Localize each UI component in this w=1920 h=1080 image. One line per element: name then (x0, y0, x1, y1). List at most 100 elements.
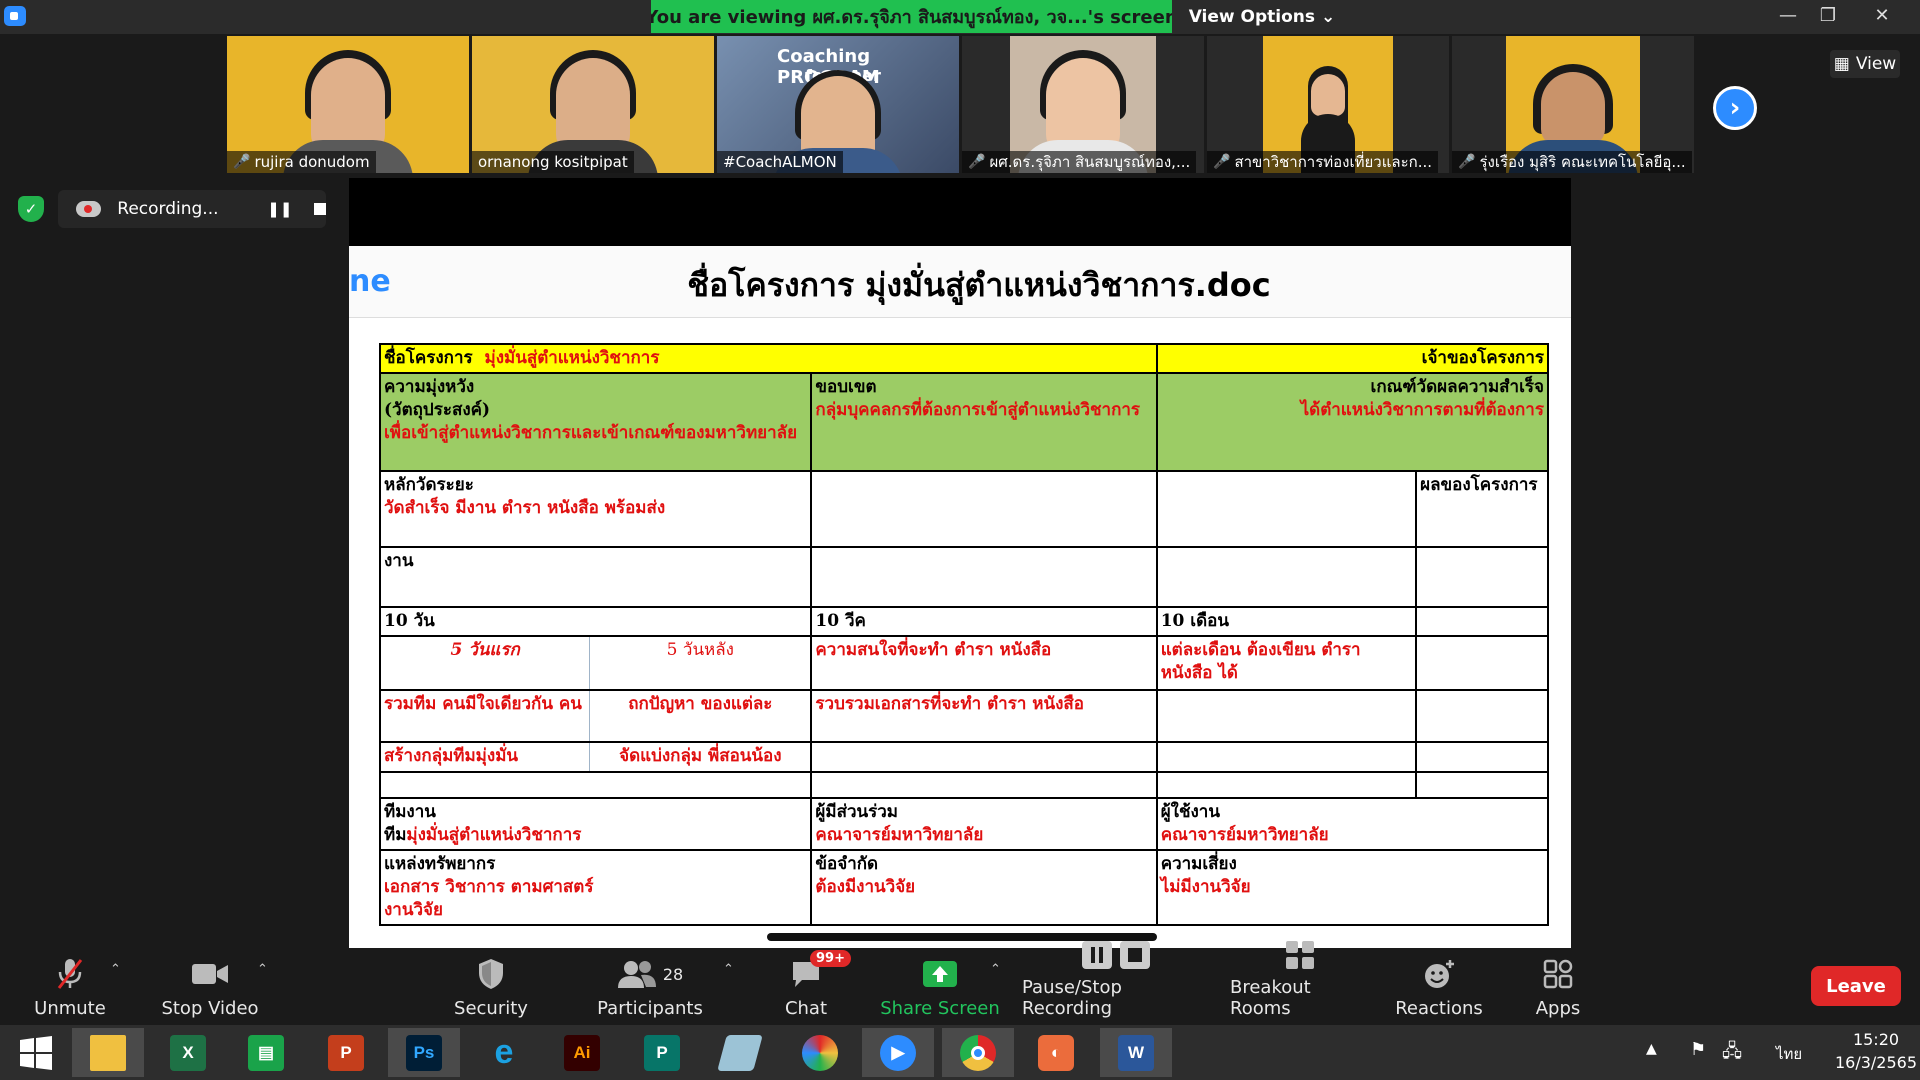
leave-button[interactable]: Leave (1811, 966, 1901, 1006)
meeting-toolbar: Unmute ⌃ Stop Video ⌃ Security 28 Partic… (0, 941, 1920, 1025)
network-icon[interactable]: 🖧 (1722, 1039, 1742, 1069)
store-app-icon: ▤ (248, 1034, 284, 1071)
windows-start-icon[interactable] (0, 1028, 72, 1077)
scope-label: ขอบเขต (815, 377, 877, 397)
participant-name-tag: ornanong kositpipat (472, 151, 634, 173)
view-button[interactable]: ▦ View (1830, 50, 1900, 78)
shared-screen: ne ชื่อโครงการ มุ่งมั่นสู่ตำแหน่งวิชาการ… (349, 178, 1571, 948)
owner-cell: เจ้าของโครงการ (1155, 343, 1550, 374)
share-screen-icon (920, 956, 960, 992)
view-options-button[interactable]: View Options ⌄ (1172, 0, 1352, 33)
flag-notification-icon[interactable]: ⚑ (1690, 1039, 1706, 1060)
office-icon[interactable]: ◐ (1020, 1028, 1092, 1077)
participants-button[interactable]: 28 Participants (590, 948, 710, 1025)
share-banner: You are viewing ผศ.ดร.รุจิภา สินสมบูรณ์ท… (651, 0, 1172, 33)
team-value: มุ่งมั่นสู่ตำแหน่งวิชาการ (406, 825, 582, 845)
reactions-label: Reactions (1395, 998, 1483, 1019)
reactions-button[interactable]: Reactions (1394, 948, 1484, 1025)
stop-video-button[interactable]: Stop Video (160, 948, 260, 1025)
mic-muted-icon: 🎤 (1458, 154, 1476, 170)
file-explorer-icon[interactable] (72, 1028, 144, 1077)
mic-muted-icon: 🎤 (1213, 154, 1231, 170)
risk-cell: ความเสี่ยง ไม่มีงานวิจัย (1155, 849, 1550, 926)
chat-button[interactable]: 99+ Chat (776, 948, 851, 1025)
period-weeks-cell: 10 วีค (810, 606, 1158, 637)
weeks-plan-cell: ความสนใจที่จะทำ ตำรา หนังสือ (810, 635, 1158, 691)
pause-stop-recording-button[interactable]: Pause/Stop Recording (1022, 941, 1210, 1025)
restore-button[interactable]: ❐ (1808, 0, 1848, 30)
unmute-label: Unmute (34, 998, 106, 1019)
stop-recording-icon[interactable] (314, 203, 326, 215)
chrome-icon[interactable] (942, 1028, 1014, 1077)
team-label: ทีมงาน (384, 802, 436, 822)
empty-cell (378, 771, 813, 799)
risk-label: ความเสี่ยง (1160, 854, 1237, 874)
video-tile[interactable]: 🎤 รุ่งเรือง มุสิริ คณะเทคโนโลยีอุ... (1452, 36, 1694, 173)
excel-icon[interactable]: X (152, 1028, 224, 1077)
security-button[interactable]: Security (446, 948, 536, 1025)
video-tile[interactable]: 🎤 ผศ.ดร.รุจิภา สินสมบูรณ์ทอง,... (962, 36, 1204, 173)
participant-name: รุ่งเรือง มุสิริ คณะเทคโนโลยีอุ... (1479, 153, 1686, 171)
gallery-next-button[interactable]: › (1713, 86, 1757, 130)
minimize-button[interactable]: — (1768, 0, 1808, 30)
participant-count: 28 (662, 964, 684, 984)
participants-icon: 28 (610, 956, 690, 992)
security-shield-icon (471, 956, 511, 992)
milestone-cell: หลักวัดระยะ วัดสำเร็จ มีงาน ตำรา หนังสือ … (378, 470, 813, 548)
kpi-value: ได้ตำแหน่งวิชาการตามที่ต้องการ (1300, 400, 1544, 420)
apps-button[interactable]: Apps (1518, 948, 1598, 1025)
participants-label: Participants (597, 998, 703, 1019)
last-5-days-cell: 5 วันหลัง (589, 635, 813, 691)
illustrator-icon[interactable]: Ai (546, 1028, 618, 1077)
notes-icon[interactable] (704, 1028, 776, 1077)
clock-time[interactable]: 15:20 (1846, 1030, 1906, 1049)
stakeholder-cell: ผู้มีส่วนร่วม คณาจารย์มหาวิทยาลัย (810, 797, 1158, 851)
close-button[interactable]: ✕ (1862, 0, 1902, 30)
empty-cell (810, 741, 1158, 773)
audio-options-caret-icon[interactable]: ⌃ (110, 962, 121, 977)
chat-label: Chat (784, 998, 828, 1019)
encryption-shield-icon[interactable]: ✓ (18, 196, 44, 222)
video-tile[interactable]: Coaching PROGRAM fo ner #CoachALMON (717, 36, 959, 173)
empty-cell (810, 771, 1158, 799)
limitation-value: ต้องมีงานวิจัย (815, 877, 916, 897)
team-prefix: ทีม (384, 825, 407, 845)
photoscape-icon[interactable] (784, 1028, 856, 1077)
participant-name: #CoachALMON (723, 153, 837, 171)
table-row: 5 วันแรก 5 วันหลัง ความสนใจที่จะทำ ตำรา … (379, 635, 1549, 691)
tray-overflow-icon[interactable]: ▲ (1646, 1041, 1657, 1057)
goal-label-2: (วัตถุประสงค์) (384, 400, 491, 420)
internet-explorer-icon[interactable]: e (468, 1028, 540, 1077)
clock-date[interactable]: 16/3/2565 (1832, 1053, 1920, 1072)
powerpoint-icon[interactable]: P (310, 1028, 382, 1077)
participant-name-tag: 🎤 rujira donudom (227, 151, 376, 173)
zoom-logo-icon (4, 6, 26, 26)
participants-caret-icon[interactable]: ⌃ (723, 962, 734, 977)
word-icon[interactable]: W (1100, 1028, 1172, 1077)
photoshop-icon[interactable]: Ps (388, 1028, 460, 1077)
share-screen-button[interactable]: Share Screen (880, 948, 1000, 1025)
system-tray: ▲ ⚑ 🖧 ไทย 15:20 16/3/2565 (1640, 1025, 1920, 1080)
project-name-label: ชื่อโครงการ (384, 348, 473, 368)
chrome-app-icon (960, 1034, 996, 1071)
store-icon[interactable]: ▤ (230, 1028, 302, 1077)
unmute-button[interactable]: Unmute (28, 948, 112, 1025)
week-task-cell: รวบรวมเอกสารที่จะทำ ตำรา หนังสือ (810, 689, 1158, 743)
photoscape-app-icon (802, 1034, 838, 1071)
zoom-taskbar-icon[interactable]: ▶ (862, 1028, 934, 1077)
participant-face (1311, 74, 1345, 116)
video-options-caret-icon[interactable]: ⌃ (257, 962, 268, 977)
zoom-app-icon: ▶ (880, 1034, 916, 1071)
language-indicator[interactable]: ไทย (1776, 1042, 1802, 1066)
table-row: แหล่งทรัพยากร เอกสาร วิชาการ ตามศาสตร์ งา… (378, 849, 1550, 926)
goal-value: เพื่อเข้าสู่ตำแหน่งวิชาการและเข้าเกณฑ์ขอ… (384, 423, 798, 443)
pause-recording-icon[interactable]: ❚❚ (267, 200, 292, 218)
video-tile[interactable]: ornanong kositpipat (472, 36, 714, 173)
publisher-icon[interactable]: P (626, 1028, 698, 1077)
breakout-rooms-button[interactable]: Breakout Rooms (1230, 941, 1370, 1025)
table-row: ความมุ่งหวัง (วัตถุประสงค์) เพื่อเข้าสู่ตำ… (378, 372, 1550, 472)
share-options-caret-icon[interactable]: ⌃ (990, 962, 1001, 977)
day-task-cell: สร้างกลุ่มทีมมุ่งมั่น (379, 741, 591, 773)
video-tile[interactable]: 🎤 สาขาวิชาการท่องเที่ยวและก... (1207, 36, 1449, 173)
video-tile[interactable]: 🎤 rujira donudom (227, 36, 469, 173)
